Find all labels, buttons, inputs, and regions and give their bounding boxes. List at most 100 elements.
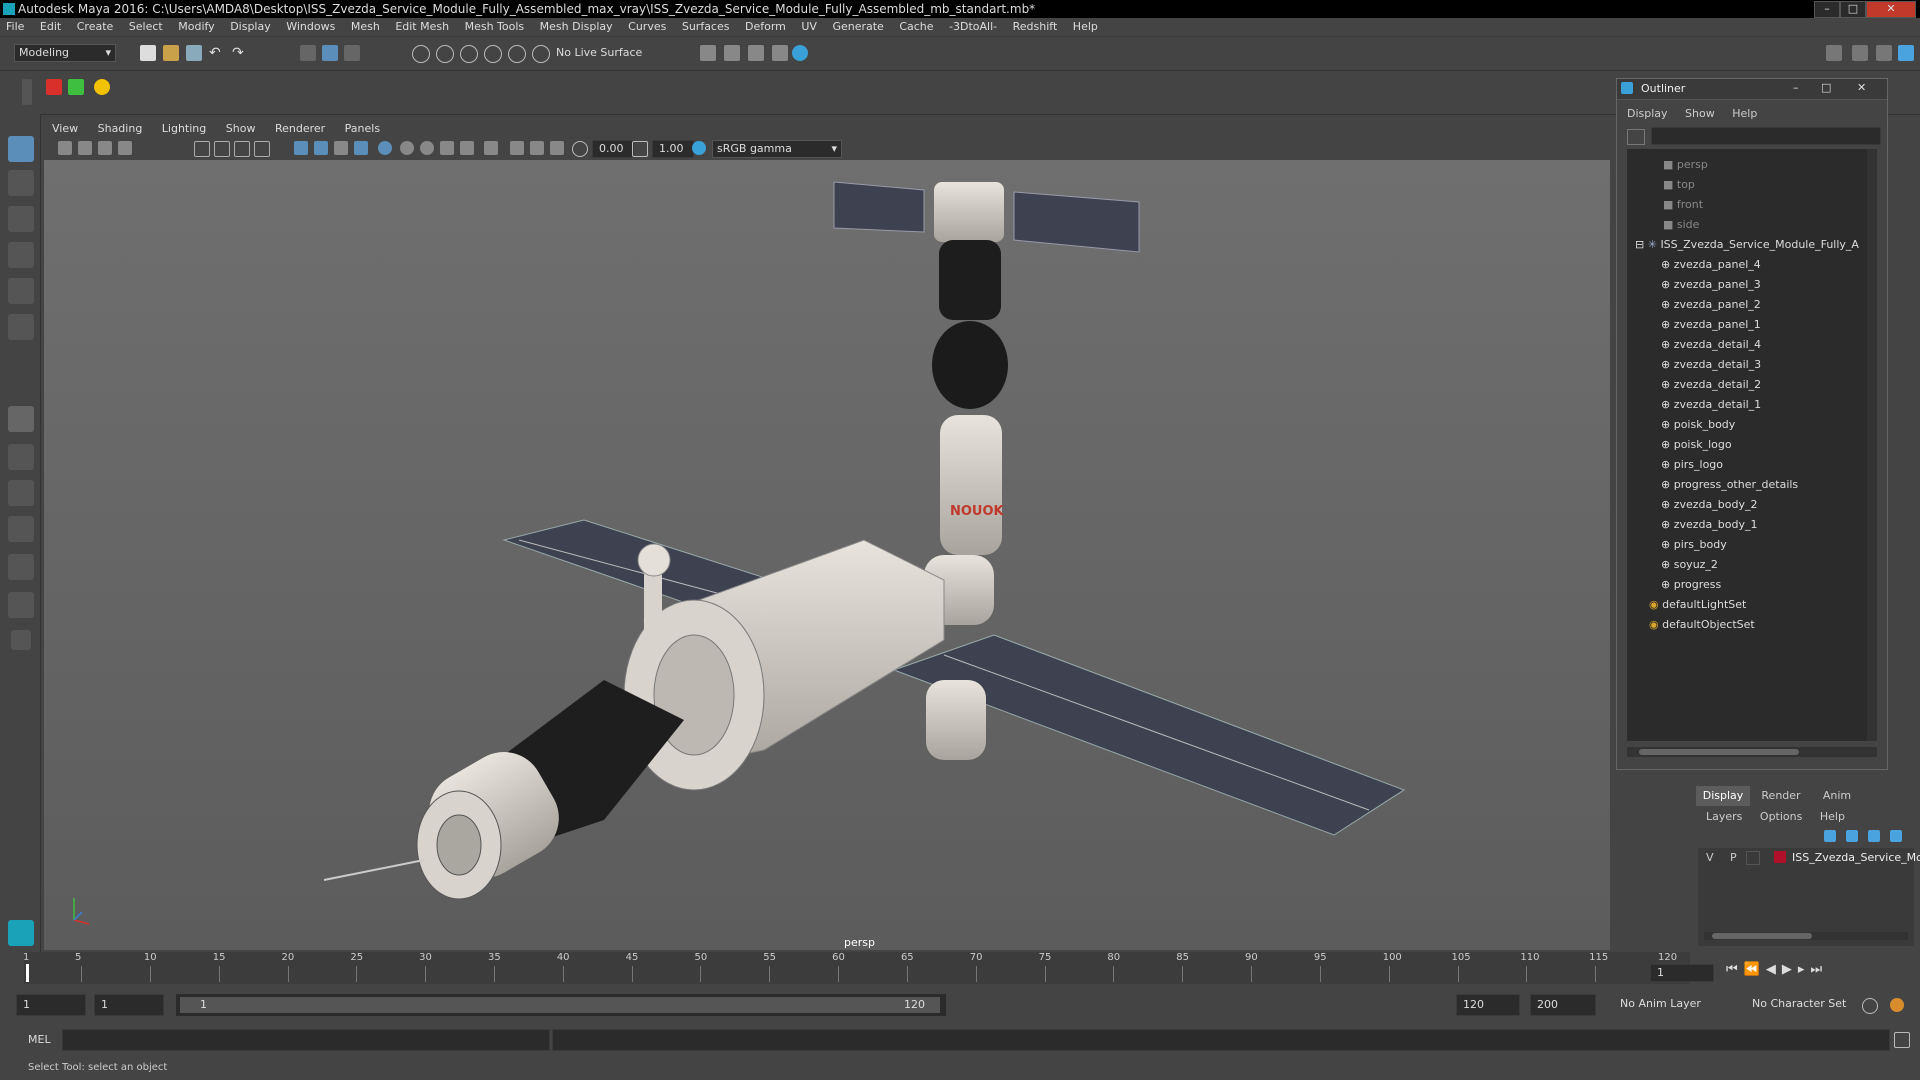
tree-item-child[interactable]: ⊕ zvezda_body_1 <box>1627 515 1875 535</box>
channel-box-icon[interactable] <box>1898 45 1914 61</box>
select-by-hierarchy-icon[interactable] <box>300 45 316 61</box>
lasso-tool-icon[interactable] <box>8 170 34 196</box>
character-set-dropdown[interactable]: No Character Set <box>1752 994 1862 1014</box>
outliner-menu-show[interactable]: Show <box>1685 107 1715 120</box>
gate-mask-icon[interactable] <box>254 141 270 157</box>
hypershade-icon[interactable] <box>792 45 808 61</box>
layer-menu-help[interactable]: Help <box>1820 810 1845 823</box>
four-pane-layout-icon[interactable] <box>8 444 34 470</box>
tree-item-child[interactable]: ⊕ poisk_body <box>1627 415 1875 435</box>
menu-uv[interactable]: UV <box>795 18 823 36</box>
exposure-field[interactable]: 0.00 <box>592 140 634 158</box>
motion-blur-icon[interactable] <box>440 141 454 155</box>
animation-end-field[interactable]: 200 <box>1530 994 1596 1016</box>
play-forward-icon[interactable]: ▶ <box>1782 962 1798 977</box>
anim-layer-dropdown[interactable]: No Anim Layer <box>1620 994 1730 1014</box>
graph-layout-icon[interactable] <box>8 554 34 580</box>
tab-render[interactable]: Render <box>1754 786 1808 806</box>
menu-mesh-display[interactable]: Mesh Display <box>534 18 619 36</box>
collapse-icon[interactable]: ⊟ <box>1627 238 1648 251</box>
viewport-menu-show[interactable]: Show <box>218 118 264 140</box>
viewport-menu-view[interactable]: View <box>44 118 86 140</box>
go-to-end-icon[interactable]: ⏭ <box>1810 962 1828 977</box>
tree-item-set[interactable]: ◉ defaultLightSet <box>1627 595 1875 615</box>
tree-item-camera-side[interactable]: ■ side <box>1627 215 1875 235</box>
menu-help[interactable]: Help <box>1067 18 1104 36</box>
outliner-maximize-icon[interactable]: □ <box>1821 81 1831 94</box>
minimize-button[interactable]: – <box>1814 1 1840 18</box>
light-icon[interactable] <box>94 79 110 95</box>
resolution-gate-icon[interactable] <box>234 141 250 157</box>
new-scene-icon[interactable] <box>140 45 156 61</box>
layer-menu-options[interactable]: Options <box>1760 810 1802 823</box>
menu-create[interactable]: Create <box>71 18 120 36</box>
layer-color-swatch[interactable] <box>1774 851 1786 863</box>
tree-item-child[interactable]: ⊕ pirs_logo <box>1627 455 1875 475</box>
viewport-menu-panels[interactable]: Panels <box>337 118 388 140</box>
single-pane-layout-icon[interactable] <box>8 406 34 432</box>
paint-select-tool-icon[interactable] <box>8 206 34 232</box>
tree-item-child[interactable]: ⊕ zvezda_detail_2 <box>1627 375 1875 395</box>
scrollbar-thumb[interactable] <box>1639 749 1799 755</box>
outliner-menu-help[interactable]: Help <box>1732 107 1757 120</box>
move-layer-down-icon[interactable] <box>1846 830 1858 842</box>
tree-item-child[interactable]: ⊕ zvezda_detail_4 <box>1627 335 1875 355</box>
viewport-menu-lighting[interactable]: Lighting <box>154 118 214 140</box>
frame-all-icon[interactable] <box>550 141 564 155</box>
menu-windows[interactable]: Windows <box>280 18 341 36</box>
delete-history-icon[interactable] <box>46 79 62 95</box>
menu-generate[interactable]: Generate <box>826 18 889 36</box>
scrollbar-thumb[interactable] <box>1712 933 1812 939</box>
outliner-minimize-icon[interactable]: – <box>1793 81 1799 94</box>
snap-magnet-icon[interactable] <box>532 45 550 63</box>
render-view-icon[interactable] <box>772 45 788 61</box>
snap-view-plane-icon[interactable] <box>484 45 502 63</box>
range-slider-handle[interactable]: 1 120 <box>180 997 940 1013</box>
anti-aliasing-icon[interactable] <box>460 141 474 155</box>
tree-item-child[interactable]: ⊕ zvezda_panel_4 <box>1627 255 1875 275</box>
current-time-indicator[interactable] <box>26 964 29 982</box>
step-back-icon[interactable]: ⏪ <box>1744 962 1766 977</box>
undo-icon[interactable]: ↶ <box>209 45 225 61</box>
tree-item-child[interactable]: ⊕ zvezda_panel_2 <box>1627 295 1875 315</box>
menu-select[interactable]: Select <box>123 18 169 36</box>
outliner-search-input[interactable] <box>1651 127 1881 145</box>
command-language-label[interactable]: MEL <box>28 1033 51 1046</box>
shadows-icon[interactable] <box>400 141 414 155</box>
tree-item-child[interactable]: ⊕ zvezda_panel_3 <box>1627 275 1875 295</box>
command-input[interactable] <box>62 1029 550 1051</box>
new-empty-layer-icon[interactable] <box>1868 830 1880 842</box>
menu-curves[interactable]: Curves <box>622 18 672 36</box>
tab-display[interactable]: Display <box>1696 786 1750 806</box>
animation-preferences-icon[interactable] <box>1890 998 1904 1012</box>
color-management-icon[interactable] <box>692 141 706 155</box>
auto-key-icon[interactable] <box>1862 998 1878 1014</box>
scale-tool-icon[interactable] <box>8 314 34 340</box>
textured-icon[interactable] <box>334 141 348 155</box>
two-pane-layout-icon[interactable] <box>8 480 34 506</box>
new-layer-selected-icon[interactable] <box>1890 830 1902 842</box>
menu-mesh[interactable]: Mesh <box>345 18 386 36</box>
tree-item-set[interactable]: ◉ defaultObjectSet <box>1627 615 1875 635</box>
animation-start-field[interactable]: 1 <box>16 994 86 1016</box>
xray-components-icon[interactable] <box>530 141 544 155</box>
smooth-shade-icon[interactable] <box>314 141 328 155</box>
layer-menu-layers[interactable]: Layers <box>1706 810 1742 823</box>
menu-surfaces[interactable]: Surfaces <box>676 18 736 36</box>
camera-icon[interactable] <box>58 141 72 155</box>
snap-curve-icon[interactable] <box>436 45 454 63</box>
tree-item-child[interactable]: ⊕ zvezda_detail_1 <box>1627 395 1875 415</box>
render-frame-icon[interactable] <box>724 45 740 61</box>
snap-point-icon[interactable] <box>460 45 478 63</box>
step-forward-key-icon[interactable]: ▸ <box>1798 962 1811 977</box>
tree-item-child[interactable]: ⊕ pirs_body <box>1627 535 1875 555</box>
lighting-icon[interactable] <box>354 141 368 155</box>
outliner-vertical-scrollbar[interactable] <box>1867 149 1877 741</box>
playback-end-field[interactable]: 120 <box>1456 994 1520 1016</box>
current-frame-field[interactable]: 1 <box>1650 964 1714 982</box>
menu-cache[interactable]: Cache <box>893 18 939 36</box>
layer-visibility-toggle[interactable]: V <box>1706 851 1714 864</box>
wireframe-icon[interactable] <box>294 141 308 155</box>
ambient-occlusion-icon[interactable] <box>420 141 434 155</box>
tree-item-child[interactable]: ⊕ zvezda_body_2 <box>1627 495 1875 515</box>
